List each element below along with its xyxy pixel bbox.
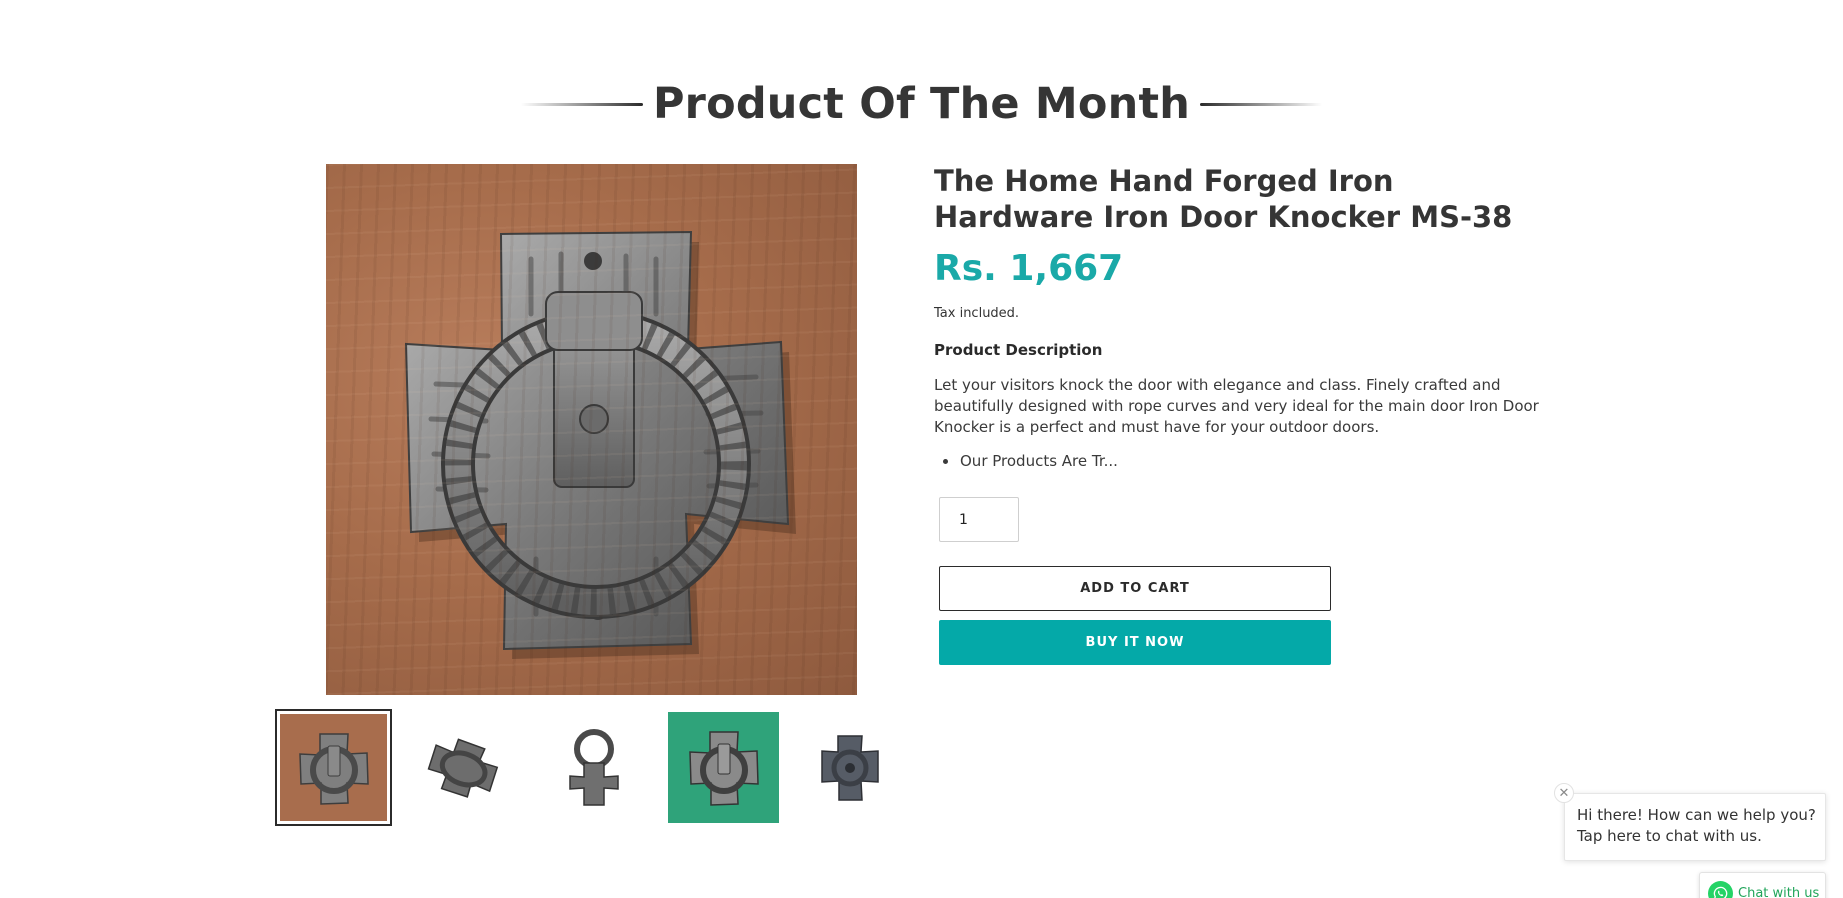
heading-divider-left bbox=[520, 102, 643, 106]
chat-popup[interactable]: Hi there! How can we help you? Tap here … bbox=[1564, 793, 1826, 861]
add-to-cart-button[interactable]: ADD TO CART bbox=[939, 566, 1331, 611]
chat-button-label: Chat with us bbox=[1738, 886, 1820, 898]
thumbnail-2[interactable] bbox=[405, 709, 522, 826]
description-heading: Product Description bbox=[934, 341, 1103, 359]
chat-popup-line1: Hi there! How can we help you? bbox=[1577, 806, 1816, 824]
chat-with-us-button[interactable]: Chat with us bbox=[1699, 872, 1826, 898]
buy-now-button[interactable]: BUY IT NOW bbox=[939, 620, 1331, 665]
product-main-image[interactable] bbox=[326, 164, 857, 695]
thumbnail-1[interactable] bbox=[275, 709, 392, 826]
thumbnail-3[interactable] bbox=[535, 709, 652, 826]
section-heading: Product Of The Month bbox=[0, 78, 1843, 130]
tax-note: Tax included. bbox=[934, 306, 1020, 321]
thumbnail-strip bbox=[275, 709, 895, 826]
description-bullet: Our Products Are Tr... bbox=[934, 451, 1534, 472]
quantity-input[interactable] bbox=[939, 497, 1019, 542]
description-bullets: Our Products Are Tr... bbox=[934, 451, 1534, 472]
product-description: Let your visitors knock the door with el… bbox=[934, 376, 1539, 436]
whatsapp-icon bbox=[1708, 881, 1733, 898]
close-icon[interactable]: ✕ bbox=[1554, 783, 1574, 803]
chat-popup-line2: Tap here to chat with us. bbox=[1577, 827, 1762, 845]
thumbnail-4[interactable] bbox=[665, 709, 782, 826]
heading-divider-right bbox=[1200, 102, 1323, 106]
product-title: The Home Hand Forged Iron Hardware Iron … bbox=[934, 164, 1513, 234]
thumbnail-5[interactable] bbox=[791, 709, 908, 826]
product-price: Rs. 1,667 bbox=[934, 248, 1124, 289]
section-title: Product Of The Month bbox=[652, 79, 1191, 129]
